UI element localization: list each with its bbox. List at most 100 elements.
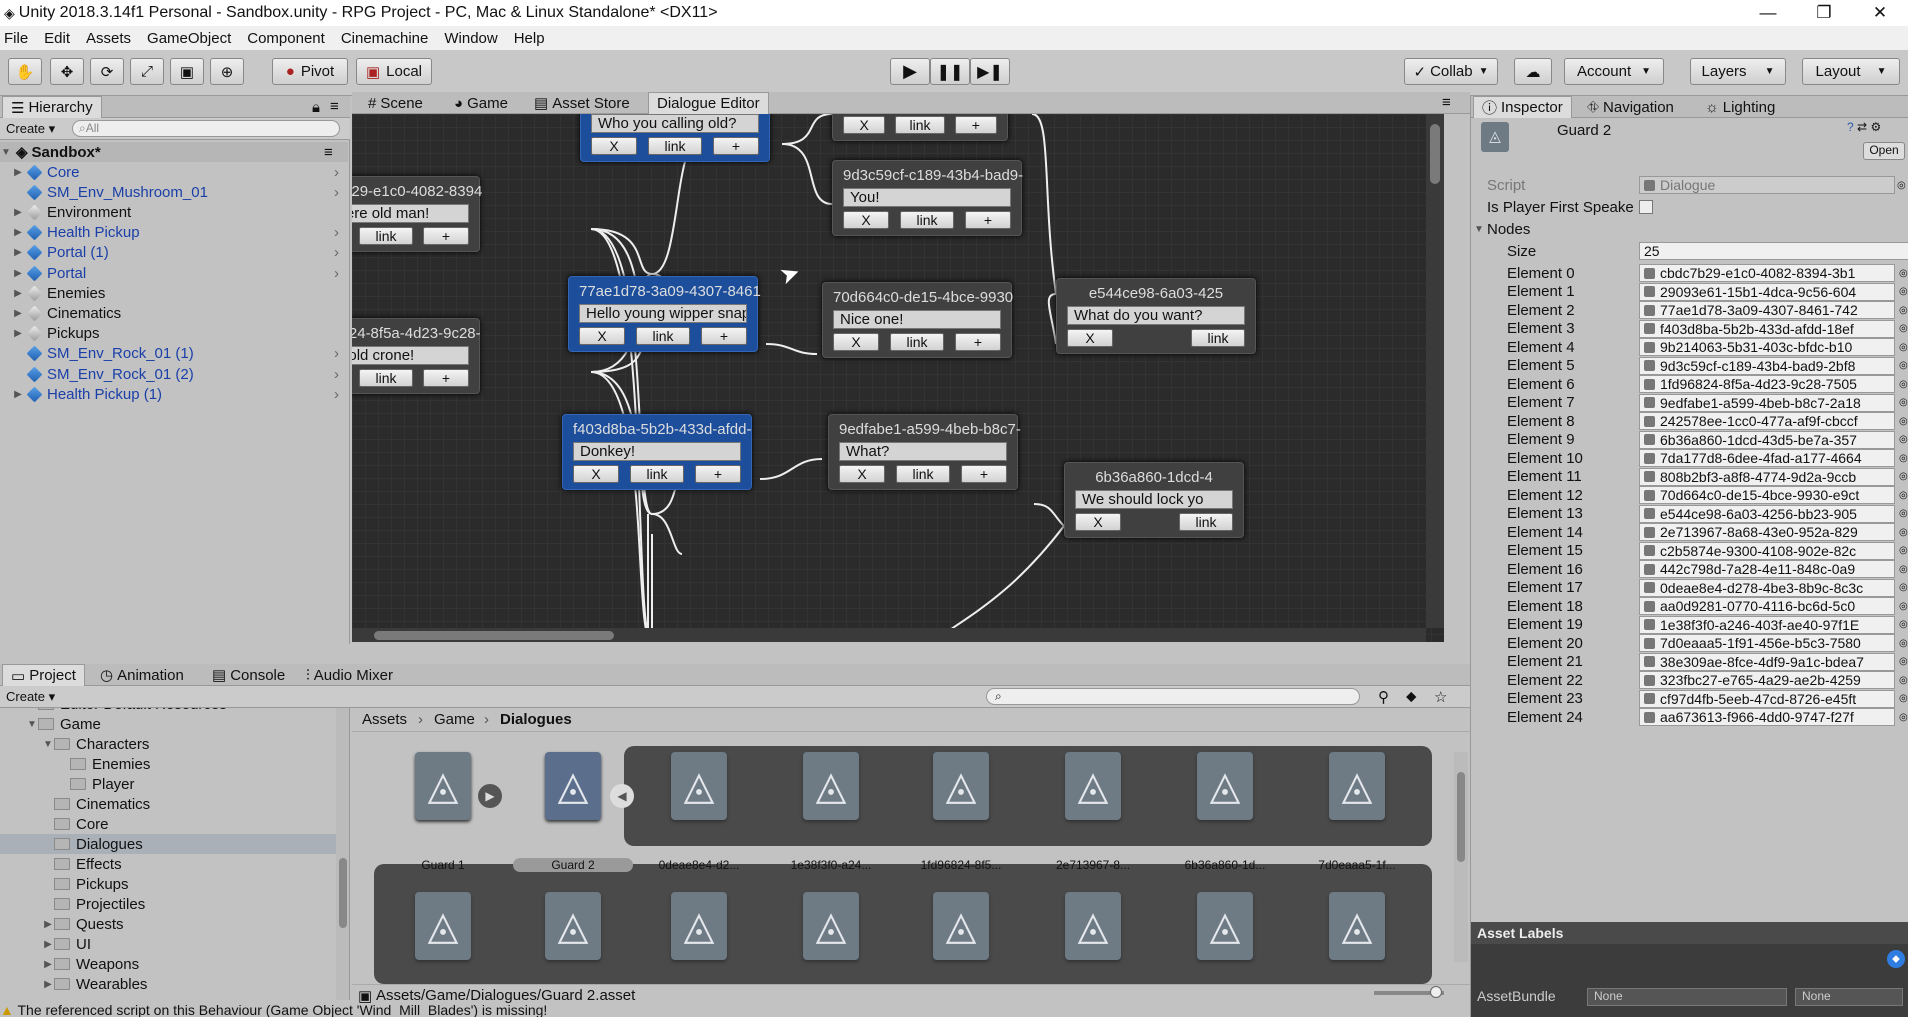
element-field[interactable]: 2e713967-8a68-43e0-952a-829 [1639,523,1895,541]
tab-asset-store[interactable]: ▤ Asset Store [526,92,638,114]
maximize-button[interactable]: ❐ [1796,0,1852,26]
nodes-expand-icon[interactable]: ▼ [1473,224,1485,235]
pane-menu-icon[interactable]: ≡ [1442,94,1451,111]
node-add-button[interactable]: + [954,116,998,134]
node-link-button[interactable]: link [900,211,954,229]
dialogue-node[interactable]: cbdc7b29-e1c0-4082-8394 Ho there old man!… [352,176,482,252]
menu-window[interactable]: Window [436,30,505,47]
menu-assets[interactable]: Assets [78,30,139,47]
node-link-button[interactable]: link [636,327,690,345]
folder-item[interactable]: ▶ Quests [0,914,336,934]
breadcrumb-game[interactable]: Game [434,711,475,728]
layers-dropdown[interactable]: Layers ▼ [1690,58,1786,85]
expand-arrow-icon[interactable]: ▼ [0,147,12,158]
help-icon[interactable]: ? [1847,120,1854,134]
node-add-button[interactable]: + [955,333,1001,351]
node-text-field[interactable]: What? [839,442,1007,461]
hierarchy-item[interactable]: ▶ Cinematics [0,303,348,323]
chevron-right-icon[interactable]: › [334,244,339,261]
tab-hierarchy[interactable]: ☰ Hierarchy [2,96,102,118]
local-toggle[interactable]: ▣ Local [356,58,432,85]
expand-arrow-icon[interactable]: ▼ [26,719,38,730]
zoom-slider[interactable] [1374,986,1444,998]
size-input[interactable]: 25 [1639,242,1908,260]
object-picker-icon[interactable]: ◎ [1899,305,1908,316]
node-link-button[interactable]: link [1191,329,1245,347]
account-dropdown[interactable]: Account ▼ [1564,58,1664,85]
favorite-star-icon[interactable]: ☆ [1434,688,1447,706]
node-add-button[interactable]: + [965,211,1011,229]
layout-dropdown[interactable]: Layout ▼ [1802,58,1900,85]
element-field[interactable]: 242578ee-1cc0-477a-af9f-cbccf [1639,412,1895,430]
folder-item[interactable]: Player [0,774,336,794]
hierarchy-item[interactable]: ▶ Portal (1) › [0,243,348,263]
expand-arrow-icon[interactable]: ▶ [12,268,24,279]
dialogue-asset-thumb[interactable]: ◬ [928,748,994,824]
element-field[interactable]: f403d8ba-5b2b-433d-afdd-18ef [1639,319,1895,338]
object-picker-icon[interactable]: ◎ [1899,416,1908,427]
project-create-dropdown[interactable]: Create ▾ [6,689,55,705]
dialogue-asset-thumb[interactable]: ◬ [1324,748,1390,824]
pause-button[interactable]: ❚❚ [930,58,970,85]
element-field[interactable]: 9d3c59cf-c189-43b4-bad9-2bf8 [1639,356,1895,375]
node-delete-button[interactable]: X [843,211,889,229]
close-button[interactable]: ✕ [1852,0,1908,26]
node-link-button[interactable]: link [630,465,684,483]
open-button[interactable]: Open [1863,142,1905,160]
chevron-right-icon[interactable]: › [334,184,339,201]
node-add-button[interactable]: + [701,327,747,345]
dialogue-node[interactable]: Well you are!Xlink+ [832,114,1008,141]
node-add-button[interactable]: + [961,465,1007,483]
hierarchy-search-input[interactable]: ⌕All [72,120,340,137]
hierarchy-item[interactable]: ▶ Enemies [0,283,348,303]
chevron-right-icon[interactable]: › [334,366,339,383]
object-picker-icon[interactable]: ◎ [1899,693,1908,704]
node-link-button[interactable]: link [359,227,413,245]
node-text-field[interactable]: Ho there old man! [352,204,469,223]
hierarchy-item[interactable]: ▶ Pickups [0,324,348,344]
object-picker-icon[interactable]: ◎ [1899,490,1908,501]
node-delete-button[interactable]: X [573,465,619,483]
element-field[interactable]: 70d664c0-de15-4bce-9930-e9ct [1639,486,1895,504]
folder-item[interactable]: ▼ Game [0,714,336,734]
object-picker-icon[interactable]: ◎ [1899,545,1908,556]
node-text-field[interactable]: What do you want? [1067,306,1245,325]
chevron-right-icon[interactable]: › [334,345,339,362]
hierarchy-create-dropdown[interactable]: Create ▾ [6,121,55,137]
hierarchy-item[interactable]: ▶ Portal › [0,263,348,283]
object-picker-icon[interactable]: ◎ [1899,323,1908,334]
settings-gear-icon[interactable]: ⚙ [1870,120,1881,134]
node-delete-button[interactable]: X [579,327,625,345]
chevron-right-icon[interactable]: › [334,224,339,241]
node-text-field[interactable]: Hello young wipper snapper [579,304,747,323]
node-text-field[interactable]: We should lock yo [1075,490,1233,509]
object-picker-icon[interactable]: ◎ [1899,619,1908,630]
dialogue-node[interactable]: 70d664c0-de15-4bce-9930 Nice one! Xlink + [822,282,1013,358]
element-field[interactable]: 9b214063-5b31-403c-bfdc-b10 [1639,338,1895,356]
folder-item[interactable]: Pickups [0,874,336,894]
dialogue-node[interactable]: f403d8ba-5b2b-433d-afdd- Donkey! Xlink + [562,414,752,490]
object-picker-icon[interactable]: ◎ [1899,471,1908,482]
tree-scroll-thumb[interactable] [339,858,347,928]
folder-item[interactable]: ▶ Weapons [0,954,336,974]
hierarchy-item[interactable]: ▶ Environment [0,202,348,222]
node-delete-button[interactable]: X [843,116,886,134]
minimize-button[interactable]: — [1740,0,1796,26]
tree-scrollbar[interactable] [336,708,349,1000]
menu-cinemachine[interactable]: Cinemachine [333,30,437,47]
menu-edit[interactable]: Edit [36,30,78,47]
expand-arrow-icon[interactable]: ▶ [12,288,24,299]
element-field[interactable]: 9edfabe1-a599-4beb-b8c7-2a18 [1639,393,1895,412]
vertical-scroll-thumb[interactable] [1430,124,1440,184]
object-picker-icon[interactable]: ◎ [1899,379,1908,390]
dialogue-asset-thumb[interactable]: ◬ [1192,888,1258,964]
project-search-input[interactable]: ⌕ [986,688,1360,705]
breadcrumb-dialogues[interactable]: Dialogues [500,711,572,728]
dialogue-asset-thumb[interactable]: ◬ [1060,888,1126,964]
dialogue-node[interactable]: 9edfabe1-a599-4beb-b8c7- What? Xlink + [828,414,1021,490]
tab-scene[interactable]: # Scene [360,92,431,114]
node-text-field[interactable]: Who you calling old? [591,114,759,133]
expand-arrow-icon[interactable]: ▶ [12,389,24,400]
node-delete-button[interactable]: X [591,137,637,155]
expand-arrow-icon[interactable]: ▶ [12,227,24,238]
